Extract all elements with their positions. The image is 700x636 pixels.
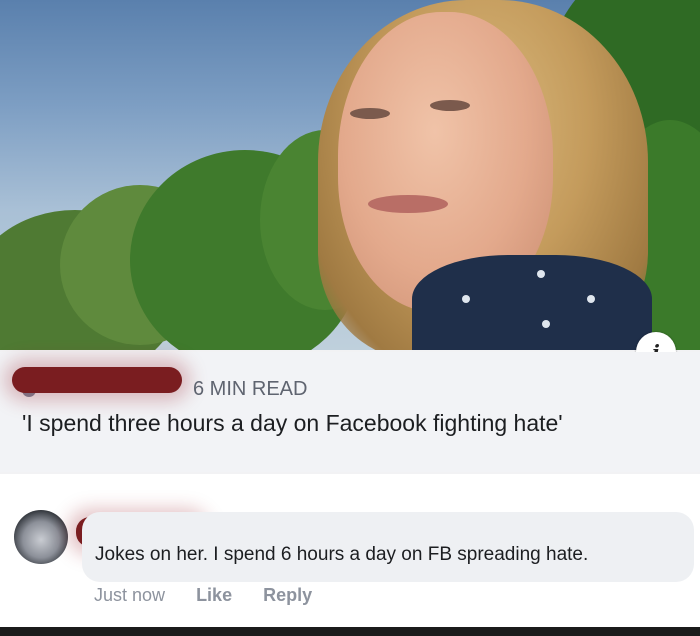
comment-timestamp[interactable]: Just now bbox=[94, 585, 165, 605]
reply-button[interactable]: Reply bbox=[263, 585, 312, 605]
read-time: 6 MIN READ bbox=[193, 378, 308, 400]
avatar[interactable] bbox=[14, 510, 68, 564]
comment-text: Jokes on her. I spend 6 hours a day on F… bbox=[95, 544, 589, 565]
shirt-dot bbox=[462, 295, 470, 303]
shirt-dot bbox=[587, 295, 595, 303]
comment: Jokes on her. I spend 6 hours a day on F… bbox=[0, 477, 700, 627]
lips bbox=[368, 195, 448, 213]
article-photo[interactable] bbox=[0, 0, 700, 350]
bottom-bar bbox=[0, 627, 700, 636]
link-preview[interactable]: BBC NEWS 6 MIN READ 'I spend three hours… bbox=[0, 352, 700, 472]
article-headline[interactable]: 'I spend three hours a day on Facebook f… bbox=[22, 410, 642, 437]
eye bbox=[430, 100, 470, 111]
redaction-mark bbox=[12, 367, 182, 393]
eye bbox=[350, 108, 390, 119]
shirt-dot bbox=[537, 270, 545, 278]
comment-bubble: Jokes on her. I spend 6 hours a day on F… bbox=[82, 512, 694, 582]
comment-actions: Just now Like Reply bbox=[94, 585, 338, 606]
shirt bbox=[412, 255, 652, 350]
like-button[interactable]: Like bbox=[196, 585, 232, 605]
shirt-dot bbox=[542, 320, 550, 328]
